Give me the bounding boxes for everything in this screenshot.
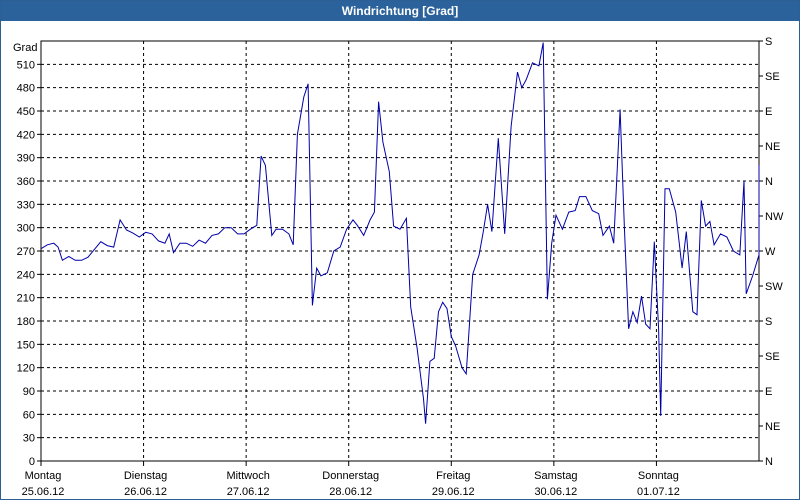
y-tick-label: 240 [17,269,35,281]
y-tick-label: 30 [23,433,35,445]
y-tick-label: 450 [17,106,35,118]
y-axis-ticks: 0 30 60 90 120 150 180 210 240 270 300 330 360 390 420… [17,59,41,468]
y-tick-label: 90 [23,386,35,398]
y-tick-label: 180 [17,316,35,328]
y-tick-label: 150 [17,339,35,351]
y-tick-label: 120 [17,363,35,375]
wind-direction-chart: 0 30 60 90 120 150 180 210 240 270 300 330 360 390 420… [13,36,784,498]
y-tick-label: 210 [17,293,35,305]
right-tick-label: W [765,246,776,258]
right-tick-label: SE [765,351,780,363]
right-tick-label: S [765,36,772,48]
chart-window: Windrichtung [Grad] 0 30 60 90 120 150 180 210 2… [0,0,800,500]
right-tick-label: E [765,106,772,118]
x-tick-date-label: 29.06.12 [432,486,475,498]
right-tick-label: E [765,386,772,398]
y-tick-label: 60 [23,409,35,421]
y-tick-label: 0 [29,456,35,468]
x-tick-day-label: Mittwoch [226,470,269,482]
y-tick-label: 420 [17,129,35,141]
y-tick-label: 480 [17,83,35,95]
x-tick-day-label: Donnerstag [322,470,379,482]
y-tick-label: 270 [17,246,35,258]
right-tick-label: NW [765,211,784,223]
right-tick-label: N [765,456,773,468]
x-tick-date-label: 27.06.12 [227,486,270,498]
x-tick-day-label: Samstag [534,470,577,482]
x-tick-date-label: 26.06.12 [124,486,167,498]
y-tick-label: 390 [17,153,35,165]
right-axis-ticks: N NE E SE S SW W NW N NE E SE S [759,36,784,468]
y-tick-label: 510 [17,59,35,71]
y-tick-label: 300 [17,223,35,235]
x-tick-day-label: Dienstag [124,470,167,482]
right-tick-label: SE [765,71,780,83]
right-tick-label: SW [765,281,783,293]
x-tick-day-label: Montag [25,470,62,482]
x-axis-ticks: Montag 25.06.12 Dienstag 26.06.12 Mittwoch 27… [22,461,680,498]
right-tick-label: NE [765,141,780,153]
right-tick-label: NE [765,421,780,433]
x-tick-day-label: Sonntag [638,470,679,482]
x-tick-date-label: 01.07.12 [637,486,680,498]
chart-title: Windrichtung [Grad] [1,1,799,21]
x-tick-date-label: 25.06.12 [22,486,65,498]
right-tick-label: S [765,316,772,328]
y-tick-label: 360 [17,176,35,188]
right-tick-label: N [765,176,773,188]
x-tick-day-label: Freitag [436,470,470,482]
x-tick-date-label: 30.06.12 [534,486,577,498]
y-tick-label: 330 [17,199,35,211]
y-axis-label: Grad [13,42,37,54]
plot-area [40,40,760,462]
x-tick-date-label: 28.06.12 [329,486,372,498]
